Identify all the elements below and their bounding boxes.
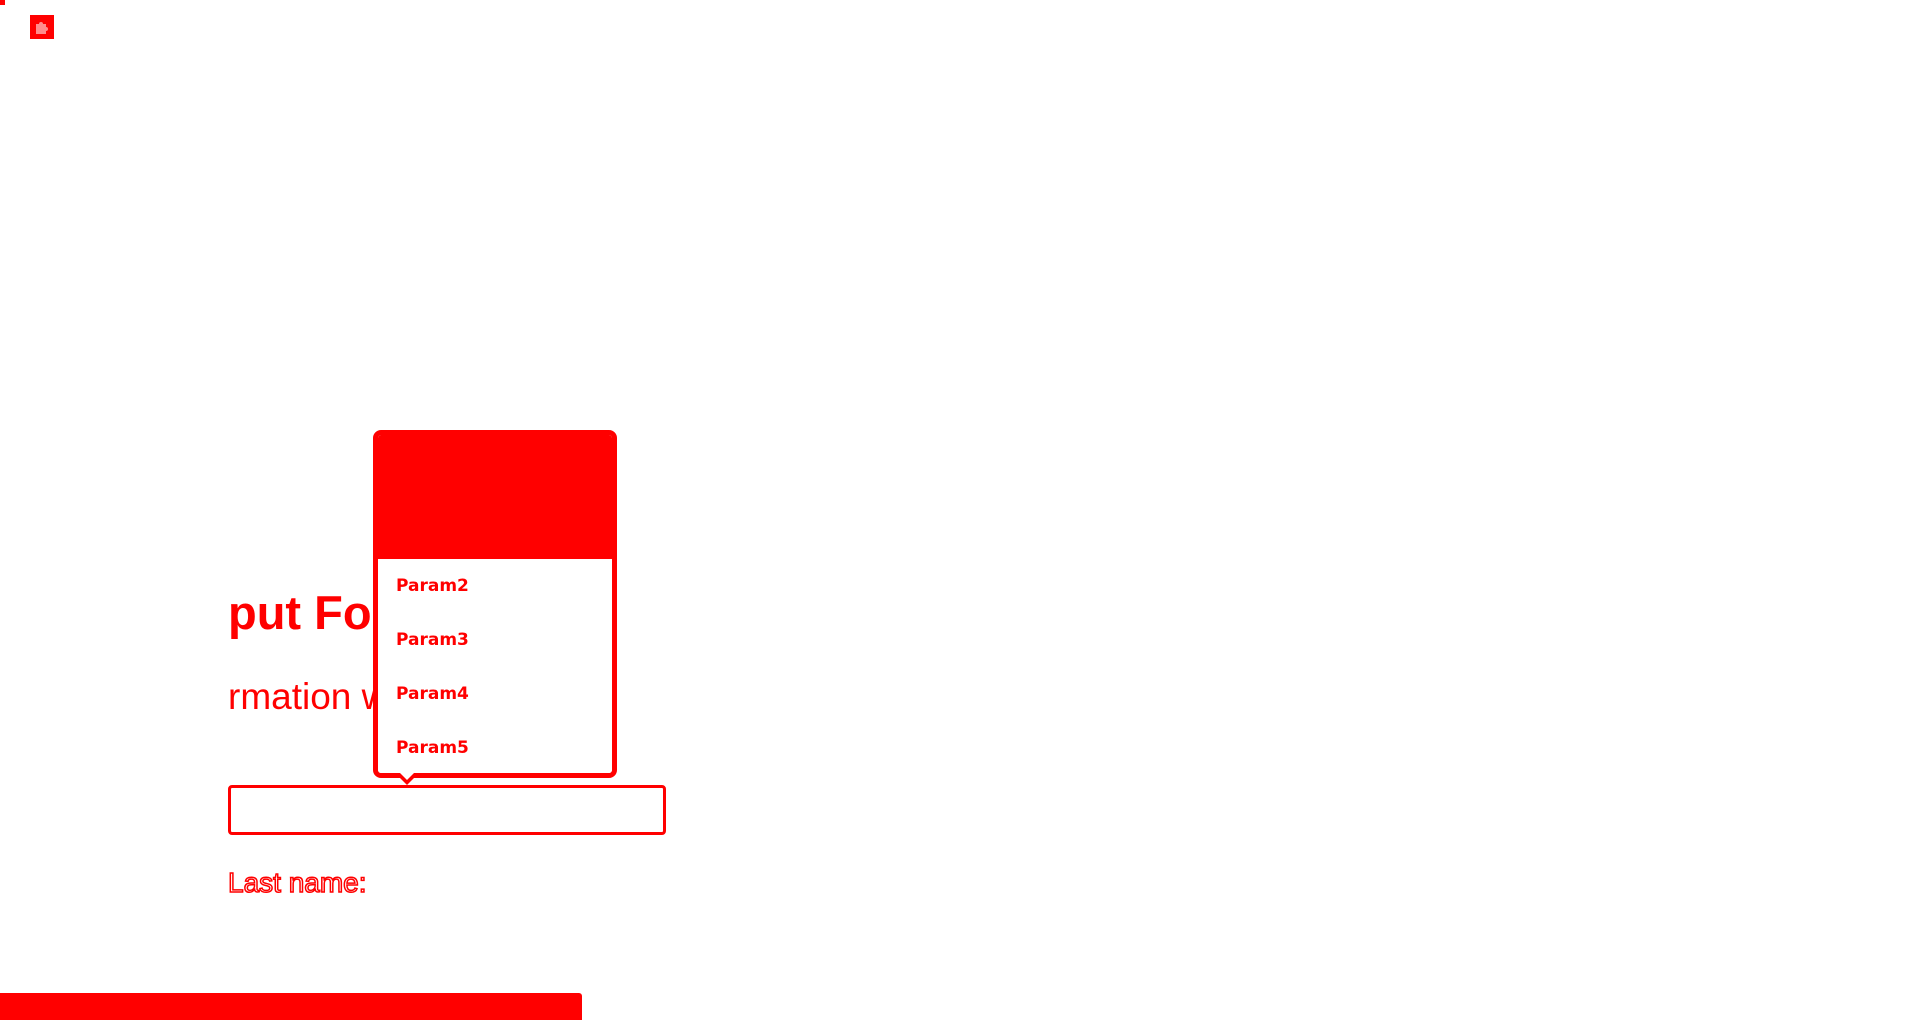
first-name-field[interactable] <box>228 785 666 835</box>
bottom-bar <box>0 993 582 1020</box>
corner-marker <box>0 0 5 5</box>
suggestion-item-param5[interactable]: Param5 <box>378 721 612 773</box>
autocomplete-popup: Param2 Param3 Param4 Param5 <box>373 430 617 778</box>
suggestion-item-param3[interactable]: Param3 <box>378 613 612 667</box>
popup-pointer-inner <box>400 773 414 780</box>
suggestion-list: Param2 Param3 Param4 Param5 <box>378 435 612 773</box>
suggestion-item-param2[interactable]: Param2 <box>378 559 612 613</box>
puzzle-icon[interactable] <box>30 15 54 39</box>
last-name-label: Last name: <box>227 866 367 899</box>
suggestion-item-param4[interactable]: Param4 <box>378 667 612 721</box>
suggestion-item-highlighted[interactable] <box>378 435 612 559</box>
puzzle-icon-glyph <box>36 22 48 34</box>
page: put Form rmation will be su Last name: P… <box>0 0 1920 1020</box>
